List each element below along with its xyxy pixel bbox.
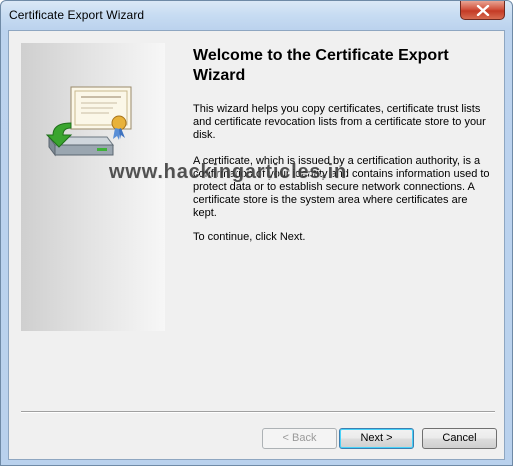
next-button[interactable]: Next > [339, 428, 414, 449]
wizard-window: Certificate Export Wizard Welcome to the… [0, 0, 513, 466]
wizard-heading: Welcome to the Certificate Export Wizard [193, 47, 449, 84]
window-title: Certificate Export Wizard [9, 8, 145, 22]
wizard-client-area: Welcome to the Certificate Export Wizard… [8, 30, 505, 460]
button-separator [21, 411, 495, 413]
title-bar[interactable]: Certificate Export Wizard [1, 1, 512, 31]
watermark-text: www.hackingarticles.in [109, 161, 348, 183]
continue-instruction: To continue, click Next. [193, 231, 306, 243]
intro-paragraph: This wizard helps you copy certificates,… [193, 103, 486, 141]
cancel-button[interactable]: Cancel [422, 428, 497, 449]
back-button[interactable]: < Back [262, 428, 337, 449]
wizard-side-panel [21, 43, 165, 331]
close-button[interactable] [460, 1, 505, 20]
certificate-export-icon [45, 86, 132, 157]
close-icon [476, 5, 490, 16]
